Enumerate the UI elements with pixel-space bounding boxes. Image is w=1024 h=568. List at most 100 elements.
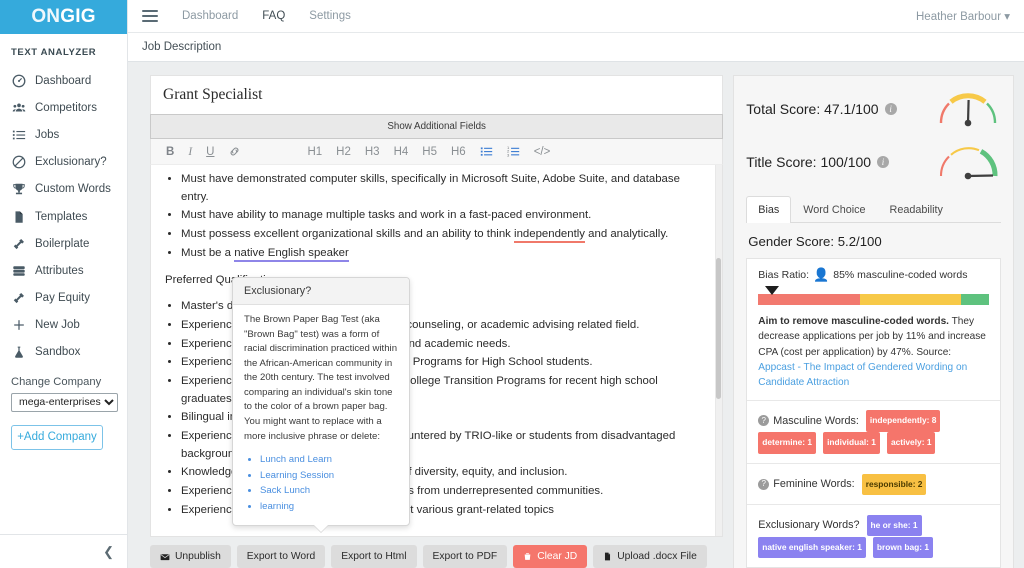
word-chip[interactable]: brown bag: 1	[872, 536, 934, 559]
info-icon[interactable]: i	[877, 156, 890, 169]
sidebar-item-jobs[interactable]: Jobs	[0, 121, 127, 148]
document-icon	[12, 210, 26, 224]
hamburger-menu-icon[interactable]	[142, 10, 158, 22]
suggestion-item[interactable]: Sack Lunch	[260, 484, 398, 499]
heading-h2-button[interactable]: H2	[329, 144, 358, 160]
job-title-field[interactable]: Grant Specialist	[150, 75, 724, 115]
word-chip[interactable]: actively: 1	[886, 432, 936, 454]
total-score-label: Total Score: 47.1/100 i	[746, 101, 897, 117]
export-to-html-button[interactable]: Export to Html	[331, 545, 417, 568]
score-panel: Total Score: 47.1/100 i Title Score: 100…	[733, 75, 1014, 568]
app-root: ON GIG TEXT ANALYZER Dashboard Competitor…	[0, 0, 1024, 568]
topnav-item-faq[interactable]: FAQ	[262, 10, 285, 22]
envelope-icon	[160, 552, 170, 562]
sidebar-item-pay-equity[interactable]: Pay Equity	[0, 285, 127, 312]
info-icon[interactable]: i	[884, 103, 897, 116]
tab-bias[interactable]: Bias	[746, 196, 792, 224]
rich-text-toolbar: B I U H1 H2 H3 H4 H5 H6 123 </>	[150, 139, 724, 166]
sidebar-item-label: Sandbox	[35, 346, 81, 359]
button-label: Export to Word	[246, 551, 316, 562]
sidebar-item-label: Exclusionary?	[35, 156, 107, 169]
tab-word-choice[interactable]: Word Choice	[791, 196, 877, 223]
plug-icon	[12, 237, 26, 251]
heading-h1-button[interactable]: H1	[300, 144, 329, 160]
sidebar-item-label: Competitors	[35, 101, 97, 114]
sidebar-item-boilerplate[interactable]: Boilerplate	[0, 230, 127, 257]
show-additional-fields-button[interactable]: Show Additional Fields	[150, 114, 724, 140]
trophy-icon	[12, 182, 26, 196]
sidebar-item-exclusionary[interactable]: Exclusionary?	[0, 149, 127, 176]
suggestion-item[interactable]: Lunch and Learn	[260, 453, 398, 468]
flagged-phrase-native-english-speaker[interactable]: native English speaker	[234, 246, 349, 262]
add-company-button[interactable]: +Add Company	[11, 424, 103, 450]
sidebar-item-attributes[interactable]: Attributes	[0, 257, 127, 284]
plus-icon	[12, 318, 26, 332]
sidebar-item-label: Boilerplate	[35, 237, 90, 250]
link-icon[interactable]	[221, 144, 248, 160]
meter-segment-green	[961, 294, 989, 306]
bold-button[interactable]: B	[159, 144, 181, 160]
score-panel-wrapper: Total Score: 47.1/100 i Title Score: 100…	[723, 75, 1024, 568]
tooltip-text: The Brown Paper Bag Test (aka "Brown Bag…	[244, 314, 398, 442]
total-score-row: Total Score: 47.1/100 i	[746, 89, 1001, 129]
word-chip[interactable]: native english speaker: 1	[758, 536, 866, 559]
ban-icon	[12, 155, 26, 169]
word-chip[interactable]: he or she: 1	[866, 514, 922, 536]
company-select[interactable]: mega-enterprises	[11, 392, 118, 412]
editor-scrollbar-thumb[interactable]	[716, 257, 722, 399]
source-link[interactable]: Appcast - The Impact of Gendered Wording…	[758, 362, 967, 388]
suggestion-item[interactable]: learning	[260, 500, 398, 515]
sidebar-item-sandbox[interactable]: Sandbox	[0, 339, 127, 366]
meter-segment-red	[758, 294, 860, 306]
brand-logo[interactable]: ON GIG	[0, 0, 127, 34]
button-label: Export to PDF	[432, 551, 498, 562]
word-chip[interactable]: responsible: 2	[861, 473, 927, 495]
sidebar-item-label: Custom Words	[35, 183, 111, 196]
heading-h4-button[interactable]: H4	[387, 144, 416, 160]
sidebar-section-title: TEXT ANALYZER	[11, 47, 97, 58]
help-icon[interactable]: ?	[758, 478, 770, 490]
sidebar-item-new-job[interactable]: New Job	[0, 312, 127, 339]
suggestion-item[interactable]: Learning Session	[260, 469, 398, 484]
word-chip[interactable]: independently: 8	[865, 410, 941, 432]
italic-button[interactable]: I	[181, 144, 199, 160]
button-label: Unpublish	[175, 551, 221, 562]
code-button[interactable]: </>	[527, 144, 558, 160]
topnav-item-settings[interactable]: Settings	[309, 10, 351, 22]
list-item: Must have ability to manage multiple tas…	[181, 207, 708, 225]
export-to-word-button[interactable]: Export to Word	[236, 545, 326, 568]
sidebar-collapse-button[interactable]: ❮	[0, 534, 127, 568]
bias-details-box: Bias Ratio: 👤 85% masculine-coded words	[746, 258, 1001, 568]
top-nav: Dashboard FAQ Settings	[182, 10, 351, 22]
sidebar-item-competitors[interactable]: Competitors	[0, 94, 127, 121]
tab-readability[interactable]: Readability	[878, 196, 955, 223]
masculine-words-section: ? Masculine Words: independently: 8 deter…	[747, 401, 1000, 465]
word-chip[interactable]: determine: 1	[758, 432, 817, 454]
editor-scrollbar[interactable]	[715, 165, 723, 536]
list-icon	[12, 128, 26, 142]
export-to-pdf-button[interactable]: Export to PDF	[422, 545, 508, 568]
heading-h6-button[interactable]: H6	[444, 144, 473, 160]
word-chip[interactable]: individual: 1	[823, 432, 880, 454]
flagged-word-independently[interactable]: independently	[514, 228, 585, 244]
tooltip-body: The Brown Paper Bag Test (aka "Brown Bag…	[233, 305, 409, 525]
heading-h5-button[interactable]: H5	[415, 144, 444, 160]
bullet-list-icon[interactable]	[473, 144, 500, 160]
meter-segment-yellow	[859, 294, 962, 306]
upload-docx-button[interactable]: Upload .docx File	[593, 545, 707, 568]
numbered-list-icon[interactable]: 123	[500, 144, 527, 160]
user-menu[interactable]: Heather Barbour ▾	[916, 9, 1010, 23]
underline-button[interactable]: U	[199, 144, 221, 160]
sidebar-item-dashboard[interactable]: Dashboard	[0, 67, 127, 94]
topnav-item-dashboard[interactable]: Dashboard	[182, 10, 238, 22]
sidebar-item-custom-words[interactable]: Custom Words	[0, 176, 127, 203]
bias-meter-marker	[765, 286, 780, 296]
heading-h3-button[interactable]: H3	[358, 144, 387, 160]
unpublish-button[interactable]: Unpublish	[150, 545, 231, 568]
button-label: Upload .docx File	[617, 551, 697, 562]
button-label: Clear JD	[537, 551, 578, 562]
tooltip-suggestions: Lunch and Learn Learning Session Sack Lu…	[260, 453, 398, 514]
help-icon[interactable]: ?	[758, 415, 770, 427]
sidebar-item-templates[interactable]: Templates	[0, 203, 127, 230]
clear-jd-button[interactable]: Clear JD	[513, 545, 588, 568]
